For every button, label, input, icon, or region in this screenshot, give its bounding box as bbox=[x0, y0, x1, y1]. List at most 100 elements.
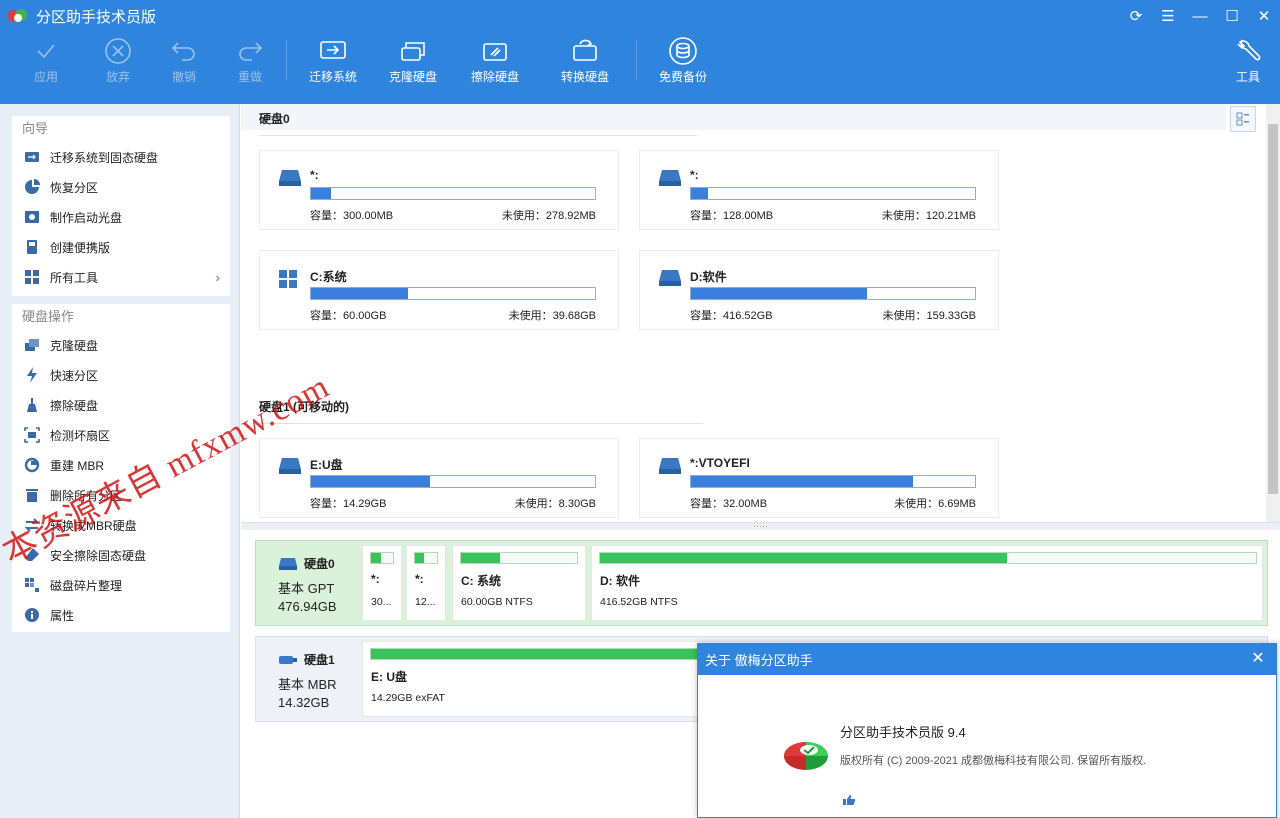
capacity-text: 容量：128.00MB bbox=[690, 210, 774, 222]
close-icon[interactable]: ✕ bbox=[1248, 0, 1280, 32]
partition-block[interactable]: *: 30... bbox=[362, 545, 402, 621]
free-text: 未使用：120.21MB bbox=[881, 210, 976, 222]
sidebar-item-label: 擦除硬盘 bbox=[50, 398, 99, 413]
eraser-icon bbox=[24, 547, 40, 563]
partition-name: E:U盘 bbox=[310, 458, 343, 472]
partition-block[interactable]: D: 软件 416.52GB NTFS bbox=[591, 545, 1263, 621]
sidebar-item-convert-mbr[interactable]: 转换成MBR硬盘 bbox=[12, 510, 230, 540]
capacity-text: 容量：300.00MB bbox=[310, 210, 394, 222]
sidebar-item-boot-disk[interactable]: 制作启动光盘 bbox=[12, 202, 230, 232]
refresh-icon[interactable]: ⟳ bbox=[1120, 0, 1152, 32]
about-dialog: 关于 傲梅分区助手 ✕ 分区助手技术员版 9.4 版权所有 (C) 2009-2… bbox=[697, 643, 1277, 818]
vertical-scrollbar[interactable] bbox=[1266, 104, 1280, 522]
tools-button[interactable]: 工具 bbox=[1228, 34, 1268, 94]
partition-block[interactable]: C: 系统 60.00GB NTFS bbox=[452, 545, 586, 621]
sidebar-item-delete-all[interactable]: 删除所有分区 bbox=[12, 480, 230, 510]
partition-card[interactable]: *:VTOYEFI 容量：32.00MB 未使用：6.69MB bbox=[639, 438, 999, 518]
bootdisk-icon bbox=[24, 209, 40, 225]
migrate-icon bbox=[320, 41, 346, 59]
sidebar-item-migrate-ssd[interactable]: 迁移系统到固态硬盘 bbox=[12, 142, 230, 172]
wipe-button[interactable]: 擦除硬盘 bbox=[466, 34, 524, 94]
sidebar-item-label: 安全擦除固态硬盘 bbox=[50, 548, 147, 563]
sidebar-item-all-tools[interactable]: 所有工具 › bbox=[12, 262, 230, 292]
partition-card[interactable]: *: 容量：128.00MB 未使用：120.21MB bbox=[639, 150, 999, 230]
disk-info: 硬盘1 基本 MBR 14.32GB bbox=[256, 637, 360, 721]
discard-label: 放弃 bbox=[105, 70, 130, 84]
clone-button[interactable]: 克隆硬盘 bbox=[384, 34, 442, 94]
usage-fill bbox=[311, 476, 431, 487]
sidebar-item-defrag[interactable]: 磁盘碎片整理 bbox=[12, 570, 230, 600]
product-name: 分区助手技术员版 9.4 bbox=[840, 725, 966, 740]
partition-usage-fill bbox=[371, 553, 381, 563]
pane-splitter[interactable]: ····· bbox=[241, 522, 1280, 531]
sidebar-item-wipe-disk[interactable]: 擦除硬盘 bbox=[12, 390, 230, 420]
sidebar-item-label: 磁盘碎片整理 bbox=[50, 578, 123, 593]
clone-icon bbox=[24, 337, 40, 353]
capacity-text: 容量：32.00MB bbox=[690, 498, 768, 510]
lightning-icon bbox=[24, 367, 40, 383]
undo-button[interactable]: 撤销 bbox=[160, 34, 208, 94]
trash-icon bbox=[24, 487, 40, 503]
wizard-heading: 向导 bbox=[22, 121, 49, 136]
usage-fill bbox=[691, 188, 709, 199]
partition-card[interactable]: D:软件 容量：416.52GB 未使用：159.33GB bbox=[639, 250, 999, 330]
sidebar-item-clone-disk[interactable]: 克隆硬盘 bbox=[12, 330, 230, 360]
partition-block[interactable]: *: 12... bbox=[406, 545, 446, 621]
close-icon[interactable]: ✕ bbox=[1250, 651, 1266, 667]
partition-card[interactable]: C:系统 容量：60.00GB 未使用：39.68GB bbox=[259, 250, 619, 330]
title-toolbar-area: 分区助手技术员版 ⟳ ☰ — ☐ ✕ 应用 放弃 撤销 重做 迁移系统 克隆硬盘… bbox=[0, 0, 1280, 104]
sidebar-item-restore-partition[interactable]: 恢复分区 bbox=[12, 172, 230, 202]
sidebar-item-bad-sector[interactable]: 检测坏扇区 bbox=[12, 420, 230, 450]
disk-name: 硬盘1 bbox=[304, 653, 335, 667]
undo-label: 撤销 bbox=[171, 70, 196, 84]
redo-button[interactable]: 重做 bbox=[226, 34, 274, 94]
usage-bar bbox=[310, 475, 596, 488]
partition-usage-fill bbox=[600, 553, 1007, 563]
sidebar-item-label: 重建 MBR bbox=[50, 458, 105, 473]
capacity-text: 容量：416.52GB bbox=[690, 310, 773, 322]
minimize-icon[interactable]: — bbox=[1184, 0, 1216, 32]
sidebar-item-label: 创建便携版 bbox=[50, 240, 111, 255]
free-text: 未使用：159.33GB bbox=[882, 310, 976, 322]
maximize-icon[interactable]: ☐ bbox=[1216, 0, 1248, 32]
drive-icon bbox=[658, 269, 682, 287]
partition-info: 30... bbox=[371, 596, 392, 608]
backup-icon bbox=[669, 37, 697, 65]
disk-row-0[interactable]: 硬盘0 基本 GPT 476.94GB *: 30... *: 12... C:… bbox=[255, 540, 1268, 626]
tools-label: 工具 bbox=[1235, 70, 1260, 84]
sidebar-item-secure-erase[interactable]: 安全擦除固态硬盘 bbox=[12, 540, 230, 570]
restore-icon bbox=[24, 179, 40, 195]
info-icon bbox=[24, 607, 40, 623]
sidebar-item-properties[interactable]: 属性 bbox=[12, 600, 230, 630]
sidebar-item-label: 转换成MBR硬盘 bbox=[50, 518, 137, 533]
check-icon bbox=[37, 44, 55, 59]
like-icon[interactable] bbox=[842, 794, 856, 806]
partition-card[interactable]: *: 容量：300.00MB 未使用：278.92MB bbox=[259, 150, 619, 230]
clone-label: 克隆硬盘 bbox=[388, 70, 437, 84]
broom-icon bbox=[24, 397, 40, 413]
partition-name: *: bbox=[690, 168, 699, 182]
partition-usage-bar bbox=[460, 552, 578, 564]
apply-button[interactable]: 应用 bbox=[22, 34, 70, 94]
scrollbar-thumb[interactable] bbox=[1268, 124, 1278, 494]
disk-type: 基本 GPT bbox=[278, 581, 335, 596]
usage-fill bbox=[311, 188, 331, 199]
windows-icon bbox=[278, 269, 302, 288]
view-toggle-button[interactable] bbox=[1230, 106, 1256, 132]
partition-card[interactable]: E:U盘 容量：14.29GB 未使用：8.30GB bbox=[259, 438, 619, 518]
copyright-text: 版权所有 (C) 2009-2021 成都傲梅科技有限公司. 保留所有版权. bbox=[840, 755, 1147, 767]
sidebar-item-rebuild-mbr[interactable]: 重建 MBR bbox=[12, 450, 230, 480]
partition-card-view: 硬盘0 *: 容量：300.00MB 未使用：278.92MB *: 容量：12… bbox=[241, 104, 1280, 522]
discard-button[interactable]: 放弃 bbox=[94, 34, 142, 94]
convert-button[interactable]: 转换硬盘 bbox=[556, 34, 614, 94]
partition-usage-bar bbox=[370, 552, 394, 564]
rebuild-icon bbox=[24, 457, 40, 473]
backup-button[interactable]: 免费备份 bbox=[654, 34, 712, 94]
menu-icon[interactable]: ☰ bbox=[1152, 0, 1184, 32]
sidebar-item-portable[interactable]: 创建便携版 bbox=[12, 232, 230, 262]
partition-name: C:系统 bbox=[310, 270, 347, 284]
sidebar-item-quick-partition[interactable]: 快速分区 bbox=[12, 360, 230, 390]
disk-ops-panel: 硬盘操作 克隆硬盘 快速分区 擦除硬盘 检测坏扇区 重建 MBR 删除所有分区 … bbox=[12, 304, 230, 632]
usage-bar bbox=[690, 475, 976, 488]
migrate-button[interactable]: 迁移系统 bbox=[304, 34, 362, 94]
